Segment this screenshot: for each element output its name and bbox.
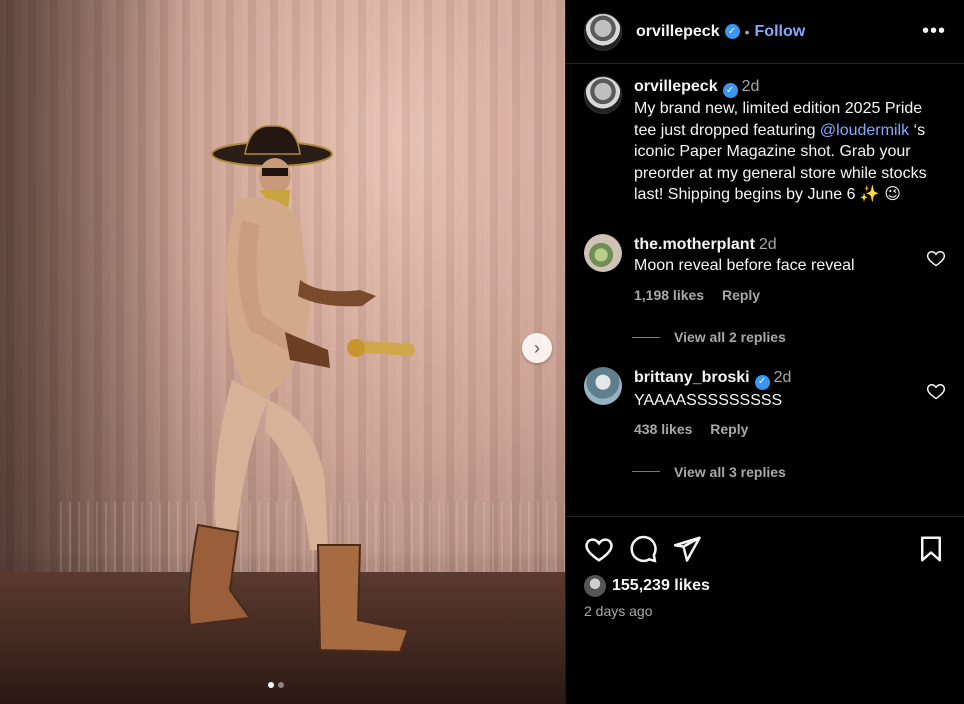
comment-row: the.motherplant 2d Moon reveal before fac… [584,233,946,307]
comment-likes-count[interactable]: 1,198 likes [634,287,704,303]
comment-item: the.motherplant 2d Moon reveal before fac… [584,233,946,345]
comment-body: brittany_broski ✓ 2d YAAAASSSSSSSSS 438 li… [634,367,946,440]
comment-time: 2d [758,235,777,253]
comment-item: brittany_broski ✓ 2d YAAAASSSSSSSSS 438 li… [584,367,946,480]
comment-text: YAAAASSSSSSSSS [634,391,783,409]
caption-mention-link[interactable]: @loudermilk [820,122,909,139]
more-options-icon[interactable]: ••• [922,20,946,43]
heart-icon[interactable] [926,248,946,268]
comment-bubble-icon[interactable] [628,534,658,564]
comment-username[interactable]: brittany_broski [634,369,750,386]
heart-icon[interactable] [584,534,614,564]
post-actions: 155,239 likes 2 days ago [566,516,964,619]
action-icons [584,533,946,565]
comments-section[interactable]: orvillepeck ✓ 2d My brand new, limited edi… [566,64,964,516]
comment-likes-count[interactable]: 438 likes [634,421,692,437]
comment-body: the.motherplant 2d Moon reveal before fac… [634,234,946,307]
paper-plane-icon[interactable] [672,534,702,564]
caption-author-avatar[interactable] [584,76,622,114]
liker-avatar[interactable] [584,575,606,597]
replies-divider [632,471,660,472]
post-media[interactable]: › [0,0,565,704]
chevron-right-icon: › [534,337,540,358]
commenter-avatar[interactable] [584,367,622,406]
comment-username[interactable]: the.motherplant [634,236,755,253]
post-side-panel: orvillepeck ✓ • Follow ••• orvillepeck ✓ 2… [565,0,964,704]
caption-body: orvillepeck ✓ 2d My brand new, limited edi… [634,76,946,206]
author-avatar[interactable] [584,12,622,51]
photo-subject [188,125,415,654]
verified-badge-icon: ✓ [754,374,770,390]
carousel-dots [268,682,284,688]
header-separator: • [744,23,750,40]
caption-username[interactable]: orvillepeck [634,78,718,95]
author-username[interactable]: orvillepeck [636,23,720,41]
replies-divider [632,336,660,338]
carousel-next-button[interactable]: › [522,333,552,363]
view-replies-button[interactable]: View all 3 replies [584,464,946,480]
carousel-dot-1 [268,682,274,688]
view-replies-label: View all 3 replies [674,463,786,480]
verified-badge-icon: ✓ [724,24,740,39]
comment-text: Moon reveal before face reveal [634,257,855,275]
carousel-dot-2 [278,682,284,688]
follow-button[interactable]: Follow [755,23,806,41]
verified-badge-icon: ✓ [722,83,738,99]
caption-time: 2d [741,78,760,95]
bookmark-icon[interactable] [916,534,946,564]
post-timestamp[interactable]: 2 days ago [584,603,946,619]
comment-time: 2d [773,369,792,387]
heart-icon[interactable] [926,381,946,401]
comment-meta: 1,198 likes Reply [634,285,946,307]
view-replies-button[interactable]: View all 2 replies [584,329,946,345]
commenter-avatar[interactable] [584,233,622,272]
post-header: orvillepeck ✓ • Follow ••• [566,0,964,64]
view-replies-label: View all 2 replies [674,329,786,346]
comment-meta: 438 likes Reply [634,419,946,441]
likes-count[interactable]: 155,239 likes [612,577,710,595]
comment-row: brittany_broski ✓ 2d YAAAASSSSSSSSS 438 li… [584,367,946,440]
comment-reply-button[interactable]: Reply [722,287,760,303]
comment-reply-button[interactable]: Reply [710,421,748,437]
likes-row: 155,239 likes [584,575,946,597]
post-caption: orvillepeck ✓ 2d My brand new, limited edi… [584,76,946,206]
post-viewer: › orvillepeck ✓ • Follow ••• orvillepeck… [0,0,964,704]
